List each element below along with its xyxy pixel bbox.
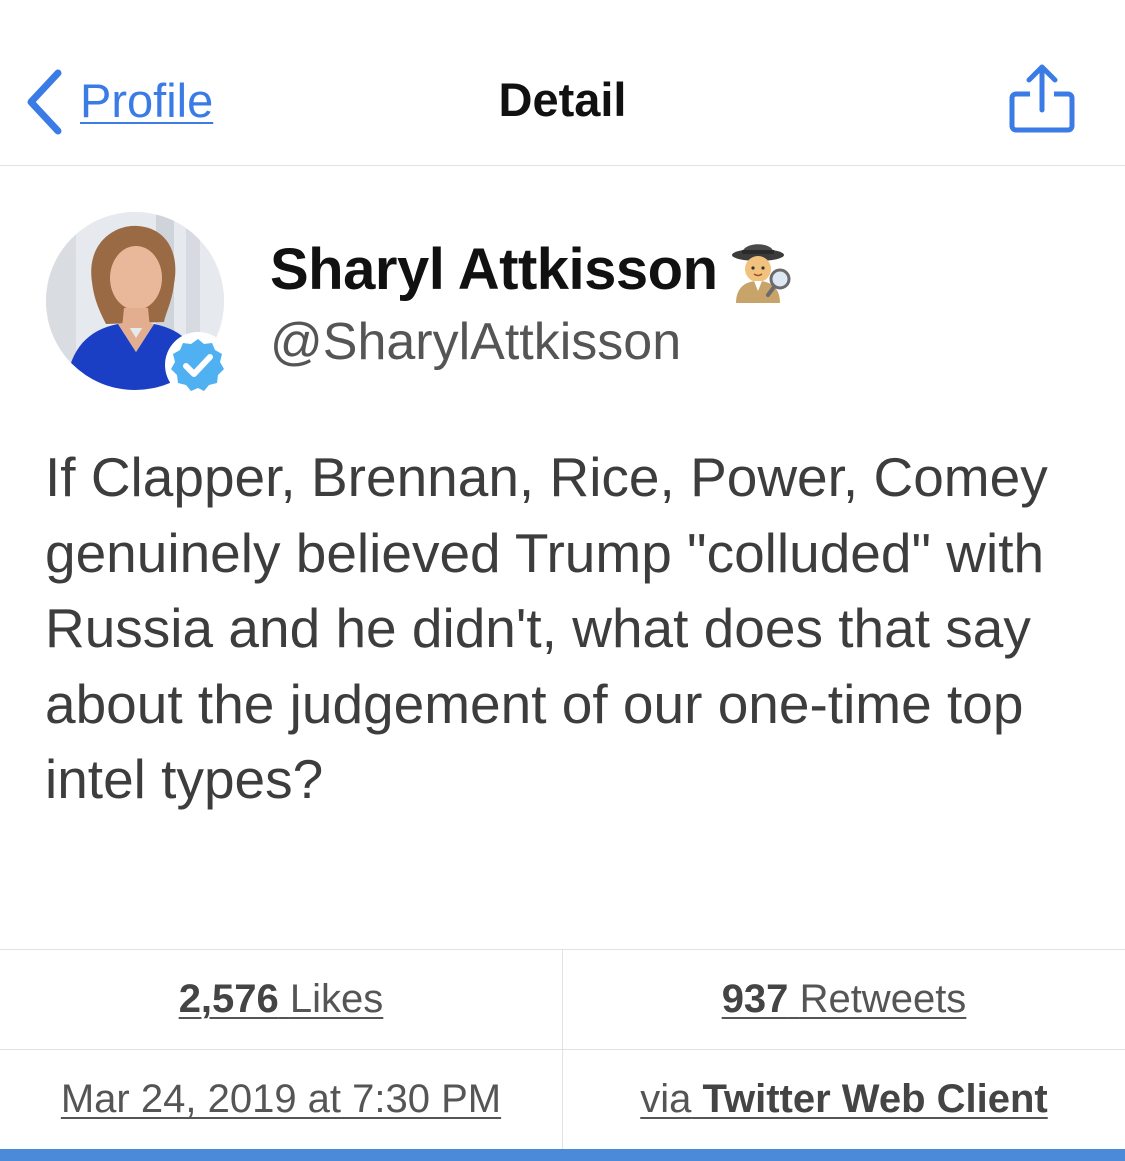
retweets-text: 937 Retweets — [722, 977, 967, 1022]
page-title: Detail — [498, 73, 627, 126]
retweets-link[interactable]: 937 Retweets — [563, 950, 1125, 1049]
detective-emoji-icon — [731, 243, 791, 303]
source-text: via Twitter Web Client — [640, 1077, 1047, 1122]
navigation-bar: Profile Detail — [0, 0, 1125, 166]
author-handle[interactable]: @SharylAttkisson — [270, 312, 681, 372]
likes-link[interactable]: 2,576 Likes — [0, 950, 562, 1049]
timestamp: Mar 24, 2019 at 7:30 PM — [60, 1077, 502, 1121]
tweet-text: If Clapper, Brennan, Rice, Power, Comey … — [45, 446, 1048, 810]
source-link[interactable]: via Twitter Web Client — [563, 1050, 1125, 1149]
author-name-row: Sharyl Attkisson — [270, 236, 794, 303]
likes-text: 2,576 Likes — [179, 977, 384, 1022]
tweet-stats: 2,576 Likes 937 Retweets Mar 24, 2019 at… — [0, 949, 1125, 1150]
verified-badge-icon — [165, 332, 231, 398]
author-name[interactable]: Sharyl Attkisson — [270, 236, 718, 303]
likes-label: Likes — [289, 977, 384, 1021]
retweets-count: 937 — [721, 977, 789, 1021]
source-prefix: via — [640, 1077, 692, 1121]
likes-count: 2,576 — [178, 977, 279, 1021]
share-icon[interactable] — [1006, 60, 1078, 138]
timestamp-link[interactable]: Mar 24, 2019 at 7:30 PM — [0, 1050, 562, 1149]
retweets-label: Retweets — [799, 977, 967, 1021]
bottom-accent-bar — [0, 1149, 1125, 1161]
source-name: Twitter Web Client — [702, 1077, 1048, 1121]
